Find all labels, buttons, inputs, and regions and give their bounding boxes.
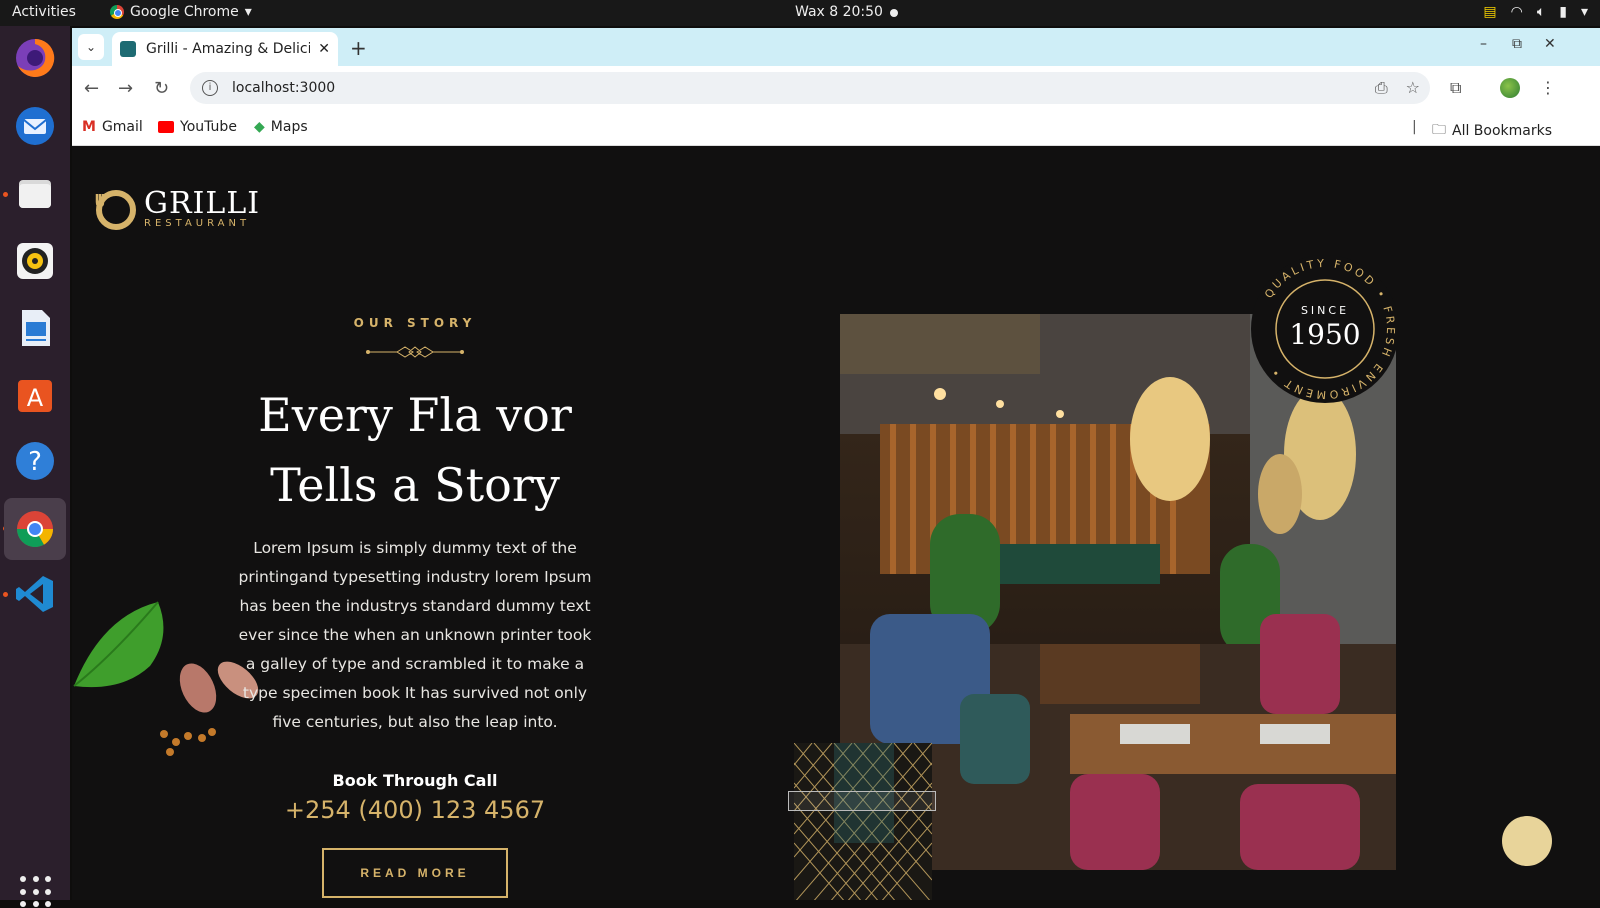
notes-icon[interactable]: ▤ xyxy=(1483,4,1496,20)
clock[interactable]: Wax 8 20:50 xyxy=(795,4,883,20)
all-bookmarks[interactable]: 🗀 All Bookmarks xyxy=(1432,119,1552,143)
bookmark-star-icon[interactable]: ☆ xyxy=(1406,78,1420,98)
section-body: Lorem Ipsum is simply dummy text of the … xyxy=(238,539,592,731)
our-story-section: OUR STORY Every Fla vor Tells a Story Lo… xyxy=(232,316,598,898)
url-text[interactable]: localhost:3000 xyxy=(232,80,335,96)
book-through-call-label: Book Through Call xyxy=(332,771,498,790)
extensions-icon[interactable]: ⧉ xyxy=(1450,78,1461,98)
badge-since: SINCE xyxy=(1301,304,1349,317)
badge-year: 1950 xyxy=(1289,318,1360,351)
close-window-button[interactable]: ✕ xyxy=(1544,36,1556,52)
site-info-icon[interactable]: i xyxy=(202,80,218,96)
broken-image-placeholder xyxy=(788,791,936,811)
reload-icon[interactable]: ↻ xyxy=(154,78,169,99)
bookmark-maps[interactable]: ◆ Maps xyxy=(254,119,308,135)
bookmark-gmail[interactable]: M Gmail xyxy=(82,119,143,135)
thunderbird-icon[interactable] xyxy=(11,102,59,150)
minimize-button[interactable]: – xyxy=(1480,36,1487,52)
chevron-down-icon[interactable]: ▾ xyxy=(1581,4,1588,20)
wifi-icon[interactable]: ◠ xyxy=(1511,4,1523,20)
tab-strip: ⌄ Grilli - Amazing & Delicio ✕ + – ⧉ ✕ xyxy=(72,28,1600,66)
tab-active[interactable]: Grilli - Amazing & Delicio ✕ xyxy=(112,32,338,66)
back-icon[interactable]: ← xyxy=(84,78,99,99)
system-top-bar: Activities Google Chrome ▾ Wax 8 20:50 ▤… xyxy=(0,0,1600,26)
dock: A ? xyxy=(0,26,70,908)
logo-name: GRILLI xyxy=(144,185,261,221)
bookmarks-divider: | xyxy=(1412,119,1417,135)
rhythmbox-icon[interactable] xyxy=(11,237,59,285)
profile-avatar[interactable] xyxy=(1500,78,1520,98)
site-logo[interactable]: GRILLI RESTAURANT xyxy=(94,188,260,230)
install-app-icon[interactable]: ⎙ xyxy=(1375,78,1388,98)
app-center-icon[interactable]: A xyxy=(11,370,59,418)
address-bar[interactable]: i localhost:3000 ⎙ ☆ xyxy=(190,72,1430,104)
tab-search-button[interactable]: ⌄ xyxy=(78,34,104,60)
bookmark-youtube[interactable]: YouTube xyxy=(158,119,237,135)
headline-line-2: Tells a Story xyxy=(270,458,560,512)
chrome-icon xyxy=(110,5,124,19)
system-tray[interactable]: ▤ ◠ 🔈︎ ▮ ▾ xyxy=(1483,4,1588,20)
browser-toolbar: ← → ↻ i localhost:3000 ⎙ ☆ ⧉ ⋮ xyxy=(72,66,1600,110)
writer-icon[interactable] xyxy=(11,304,59,352)
logo-sub: RESTAURANT xyxy=(144,217,251,229)
app-menu[interactable]: Google Chrome ▾ xyxy=(110,4,252,20)
tab-title: Grilli - Amazing & Delicio xyxy=(146,41,311,57)
activities-button[interactable]: Activities xyxy=(12,4,76,20)
chrome-dock-icon[interactable] xyxy=(4,498,66,560)
firefox-icon[interactable] xyxy=(11,34,59,82)
page-viewport: GRILLI RESTAURANT OUR STORY Every Fla vo… xyxy=(72,146,1600,900)
new-tab-button[interactable]: + xyxy=(350,36,367,60)
grilli-favicon-icon xyxy=(120,41,136,57)
show-apps-icon[interactable] xyxy=(20,876,52,908)
folder-icon: 🗀 xyxy=(1432,122,1446,138)
menu-icon[interactable]: ⋮ xyxy=(1540,78,1556,97)
close-icon[interactable]: ✕ xyxy=(318,41,330,57)
help-icon[interactable]: ? xyxy=(11,437,59,485)
back-to-top-button[interactable] xyxy=(1502,816,1552,866)
section-headline: Every Fla vor Tells a Story xyxy=(232,380,598,520)
chevron-down-icon: ▾ xyxy=(244,4,252,20)
gmail-icon: M xyxy=(82,119,96,135)
notification-dot xyxy=(890,9,898,17)
battery-icon[interactable]: ▮ xyxy=(1559,4,1567,20)
maps-icon: ◆ xyxy=(254,119,265,135)
app-name: Google Chrome xyxy=(130,4,239,20)
vscode-icon[interactable] xyxy=(11,570,59,618)
since-badge: QUALITY FOOD • FRESH ENVIROMENT • SINCE … xyxy=(1251,255,1399,403)
logo-plate-icon xyxy=(95,190,136,230)
headline-line-1: Every Fla vor xyxy=(258,388,572,442)
gold-pattern-decoration xyxy=(794,743,932,900)
separator-ornament-icon xyxy=(366,346,464,358)
phone-number[interactable]: +254 (400) 123 4567 xyxy=(232,796,598,824)
svg-text:?: ? xyxy=(28,447,42,477)
files-icon[interactable] xyxy=(11,170,59,218)
section-subtitle: OUR STORY xyxy=(353,316,477,330)
forward-icon[interactable]: → xyxy=(118,78,133,99)
maximize-button[interactable]: ⧉ xyxy=(1512,36,1522,52)
bookmarks-bar: M Gmail YouTube ◆ Maps | 🗀 All Bookmarks xyxy=(72,110,1600,146)
svg-text:A: A xyxy=(27,384,44,412)
read-more-button[interactable]: READ MORE xyxy=(322,848,508,898)
youtube-icon xyxy=(158,121,174,133)
volume-icon[interactable]: 🔈︎ xyxy=(1537,4,1545,20)
chrome-window: ⌄ Grilli - Amazing & Delicio ✕ + – ⧉ ✕ ←… xyxy=(72,28,1600,900)
